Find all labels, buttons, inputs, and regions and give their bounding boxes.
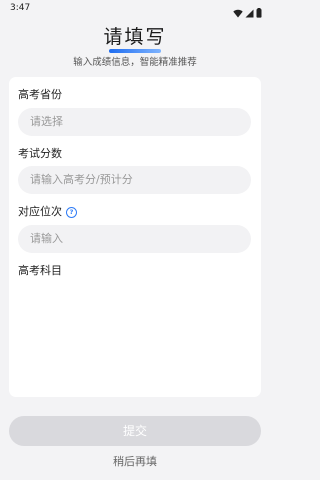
status-bar: 3:47: [0, 0, 270, 18]
battery-icon: [256, 3, 262, 22]
rank-input[interactable]: 请输入: [18, 225, 251, 253]
header: 请填写 输入成绩信息，智能精准推荐: [0, 24, 270, 70]
page-title-text: 请填写: [103, 26, 167, 48]
rank-label-text: 对应位次: [18, 205, 62, 218]
score-label: 考试分数: [18, 147, 62, 161]
subjects-label-text: 高考科目: [18, 264, 62, 277]
form-card: 高考省份 请选择 考试分数 请输入高考分/预计分 对应位次 ? 请输入 高考科目: [9, 77, 261, 397]
page-subtitle: 输入成绩信息，智能精准推荐: [73, 57, 197, 68]
title-underline: [108, 49, 161, 53]
submit-button[interactable]: 提交: [9, 416, 261, 446]
fill-later-link[interactable]: 稍后再填: [0, 455, 270, 469]
subjects-label: 高考科目: [18, 264, 62, 278]
province-label: 高考省份: [18, 88, 62, 102]
page-title: 请填写: [103, 24, 167, 53]
status-time: 3:47: [10, 3, 31, 13]
wifi-icon: [233, 3, 243, 22]
cellular-signal-icon: [245, 3, 254, 22]
question-mark-icon[interactable]: ?: [66, 206, 77, 218]
status-icons: [233, 3, 262, 22]
province-label-text: 高考省份: [18, 88, 62, 101]
rank-label: 对应位次 ?: [18, 205, 77, 219]
score-label-text: 考试分数: [18, 147, 62, 160]
province-select[interactable]: 请选择: [18, 108, 251, 136]
score-input[interactable]: 请输入高考分/预计分: [18, 166, 251, 194]
